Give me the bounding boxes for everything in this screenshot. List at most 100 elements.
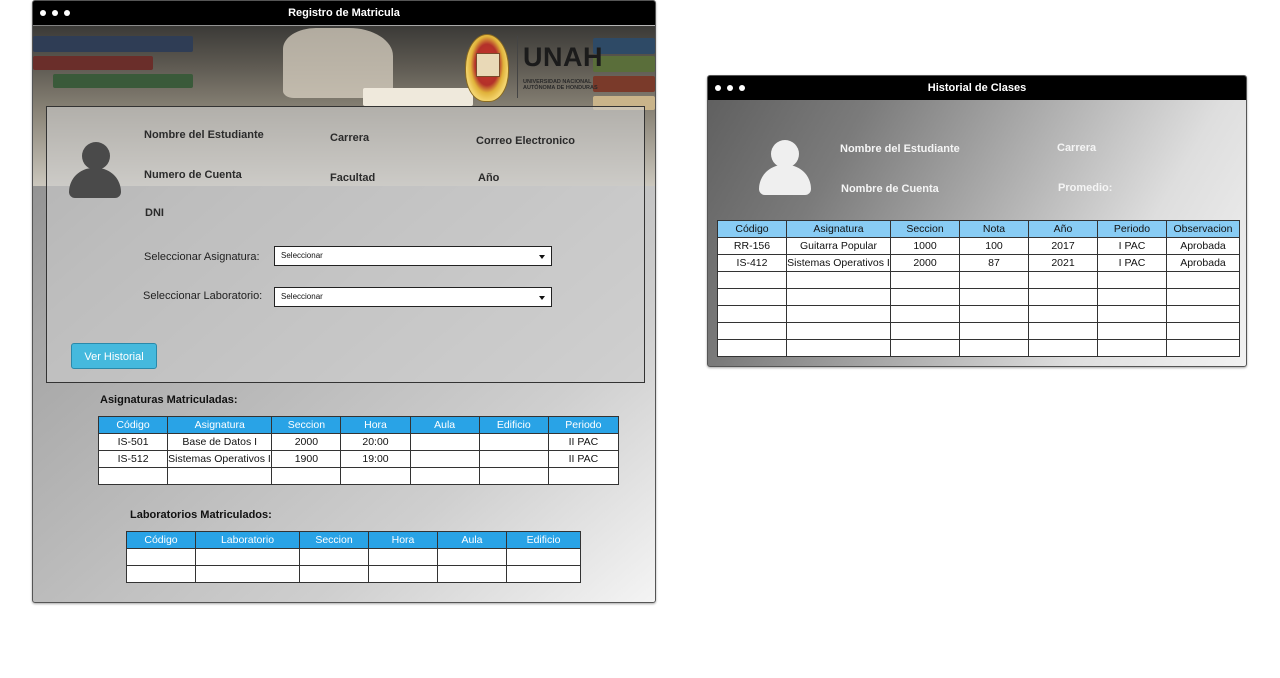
table-cell (126, 548, 196, 566)
table-cell: 100 (959, 237, 1029, 255)
table-cell: 1900 (271, 450, 342, 468)
table-cell: Sistemas Operativos I (786, 254, 891, 272)
table-cell (1028, 288, 1098, 306)
historial-window: Historial de Clases Nombre del Estudiant… (707, 75, 1247, 367)
table-cell (299, 548, 369, 566)
carrera-label: Carrera (330, 132, 370, 144)
column-header: Hora (340, 416, 411, 434)
table-cell (1166, 339, 1240, 357)
column-header: Nota (959, 220, 1029, 238)
table-cell (1028, 339, 1098, 357)
facultad-label: Facultad (330, 172, 376, 184)
table-cell (890, 322, 960, 340)
column-header: Observacion (1166, 220, 1240, 238)
table-cell (1097, 271, 1167, 289)
table-row (97, 467, 620, 485)
table-cell: 2000 (890, 254, 960, 272)
column-header: Aula (437, 531, 507, 549)
table-row (717, 322, 1240, 340)
table-cell: 19:00 (340, 450, 411, 468)
laboratorio-select-value: Seleccionar (281, 292, 323, 301)
table-cell (890, 271, 960, 289)
table-header-row: Código Asignatura Seccion Hora Aula Edificio P… (97, 416, 620, 434)
table-cell (506, 548, 581, 566)
table-cell (717, 271, 787, 289)
table-cell: 2021 (1028, 254, 1098, 272)
table-row (126, 565, 581, 583)
numero-cuenta-label: Numero de Cuenta (144, 169, 242, 181)
laboratorios-title: Laboratorios Matriculados: (130, 509, 272, 521)
table-cell: RR-156 (717, 237, 787, 255)
table-cell (1166, 322, 1240, 340)
window-dots-icon[interactable] (715, 85, 751, 109)
promedio-label: Promedio: (1058, 182, 1113, 194)
table-row (717, 288, 1240, 306)
table-cell (717, 288, 787, 306)
user-avatar-icon (759, 140, 811, 196)
carrera-label: Carrera (1057, 142, 1097, 154)
table-cell (368, 565, 438, 583)
column-header: Aula (409, 416, 480, 434)
asignatura-select[interactable]: Seleccionar (274, 246, 552, 266)
user-avatar-icon (69, 142, 121, 200)
table-row: IS-501 Base de Datos I 2000 20:00 II PAC (97, 433, 620, 451)
window-title: Registro de Matricula (288, 7, 400, 19)
column-header: Edificio (506, 531, 581, 549)
table-cell (890, 288, 960, 306)
column-header: Asignatura (167, 416, 273, 434)
table-cell (1166, 271, 1240, 289)
table-row: RR-156 Guitarra Popular 1000 100 2017 I PAC Ap… (717, 237, 1240, 255)
table-cell (786, 339, 891, 357)
table-cell: I PAC (1097, 254, 1167, 272)
table-cell (1097, 339, 1167, 357)
table-cell (126, 565, 196, 583)
correo-label: Correo Electronico (476, 135, 576, 147)
column-header: Código (126, 531, 196, 549)
asignaturas-table: Código Asignatura Seccion Hora Aula Edificio P… (97, 416, 620, 485)
table-cell: 2017 (1028, 237, 1098, 255)
asignatura-select-label: Seleccionar Asignatura: (144, 251, 260, 263)
table-row (717, 271, 1240, 289)
laboratorio-select[interactable]: Seleccionar (274, 287, 552, 307)
table-cell (1028, 322, 1098, 340)
table-cell: Guitarra Popular (786, 237, 891, 255)
column-header: Código (717, 220, 787, 238)
table-cell (195, 565, 300, 583)
asignaturas-title: Asignaturas Matriculadas: (100, 394, 238, 406)
column-header: Código (97, 416, 169, 434)
table-row (717, 305, 1240, 323)
table-cell: II PAC (547, 433, 620, 451)
table-cell: IS-412 (717, 254, 787, 272)
historial-table: Código Asignatura Seccion Nota Año Periodo Obs… (717, 220, 1240, 357)
table-cell (959, 339, 1029, 357)
table-header-row: Código Asignatura Seccion Nota Año Periodo Obs… (717, 220, 1240, 238)
table-row: IS-412 Sistemas Operativos I 2000 87 2021 I P… (717, 254, 1240, 272)
table-cell (437, 548, 507, 566)
table-cell (959, 322, 1029, 340)
anio-label: Año (478, 172, 500, 184)
table-cell: 2000 (271, 433, 342, 451)
table-cell (167, 467, 273, 485)
nombre-estudiante-label: Nombre del Estudiante (144, 129, 264, 141)
dropdown-caret-icon (539, 255, 545, 259)
table-cell (547, 467, 620, 485)
dni-label: DNI (145, 207, 164, 219)
unah-subtitle: UNIVERSIDAD NACIONAL AUTÓNOMA DE HONDURA… (523, 79, 598, 91)
table-cell (97, 467, 169, 485)
table-cell (890, 339, 960, 357)
table-cell (195, 548, 300, 566)
column-header: Seccion (299, 531, 369, 549)
table-cell (1097, 322, 1167, 340)
table-cell: I PAC (1097, 237, 1167, 255)
table-cell: IS-512 (97, 450, 169, 468)
window-titlebar: Registro de Matricula (33, 1, 655, 25)
table-cell (786, 322, 891, 340)
nombre-estudiante-label: Nombre del Estudiante (840, 143, 960, 155)
column-header: Seccion (271, 416, 342, 434)
table-cell: 87 (959, 254, 1029, 272)
table-cell (890, 305, 960, 323)
table-cell (368, 548, 438, 566)
ver-historial-button[interactable]: Ver Historial (71, 343, 157, 369)
window-titlebar: Historial de Clases (708, 76, 1246, 100)
table-cell (786, 305, 891, 323)
